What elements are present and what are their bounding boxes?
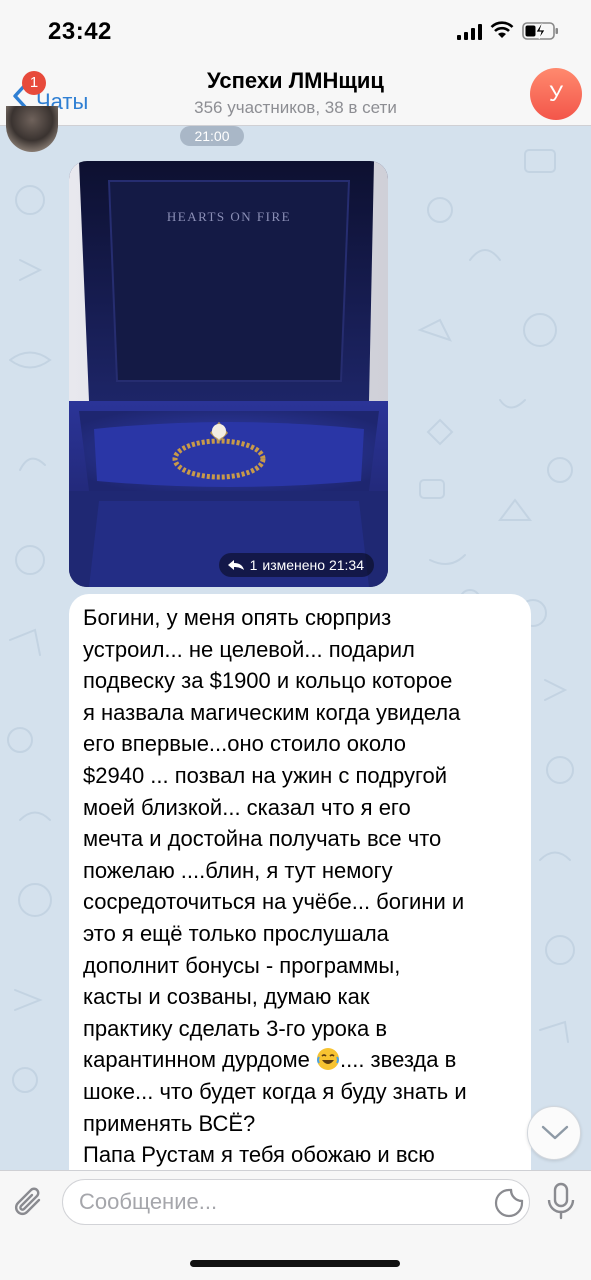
chat-header: Чаты 1 Успехи ЛМНщиц 356 участников, 38 … [0,58,591,126]
status-time: 23:42 [48,18,112,45]
message-field[interactable] [62,1179,530,1225]
message-text: Богини, у меня опять сюрприз устроил... … [83,605,467,1168]
scroll-down-button[interactable] [527,1106,581,1160]
signal-icon [457,24,482,40]
sticker-button[interactable] [493,1187,525,1219]
wifi-icon [490,21,514,38]
sticker-icon [494,1188,524,1218]
paperclip-icon [15,1187,41,1215]
chat-subtitle: 356 участников, 38 в сети [194,98,397,117]
edited-timestamp: изменено 21:34 [262,557,364,573]
chat-title[interactable]: Успехи ЛМНщиц [0,68,591,94]
box-brand: HEARTS ON FIRE [167,209,291,224]
reply-arrow-icon [227,560,244,570]
chat-avatar[interactable]: У [530,68,582,120]
text-message[interactable]: Богини, у меня опять сюрприз устроил... … [69,594,531,1174]
time-pill: 21:00 [180,126,244,146]
ring-box-photo: HEARTS ON FIRE [69,161,388,587]
battery-charging-icon [522,22,558,40]
laughing-emoji-icon [316,1048,339,1071]
status-bar: 23:42 [0,0,591,58]
photo-meta: 1 изменено 21:34 [218,553,374,577]
photo-message[interactable]: HEARTS ON FIRE 1 изменено 21:34 [69,161,388,587]
reply-count: 1 [249,557,258,573]
chevron-down-icon [541,1125,569,1140]
attach-button[interactable] [10,1183,50,1223]
home-indicator [190,1260,400,1267]
voice-record-button[interactable] [544,1181,578,1221]
microphone-icon [547,1182,575,1220]
message-input-bar [0,1170,591,1280]
message-input[interactable] [79,1180,479,1224]
